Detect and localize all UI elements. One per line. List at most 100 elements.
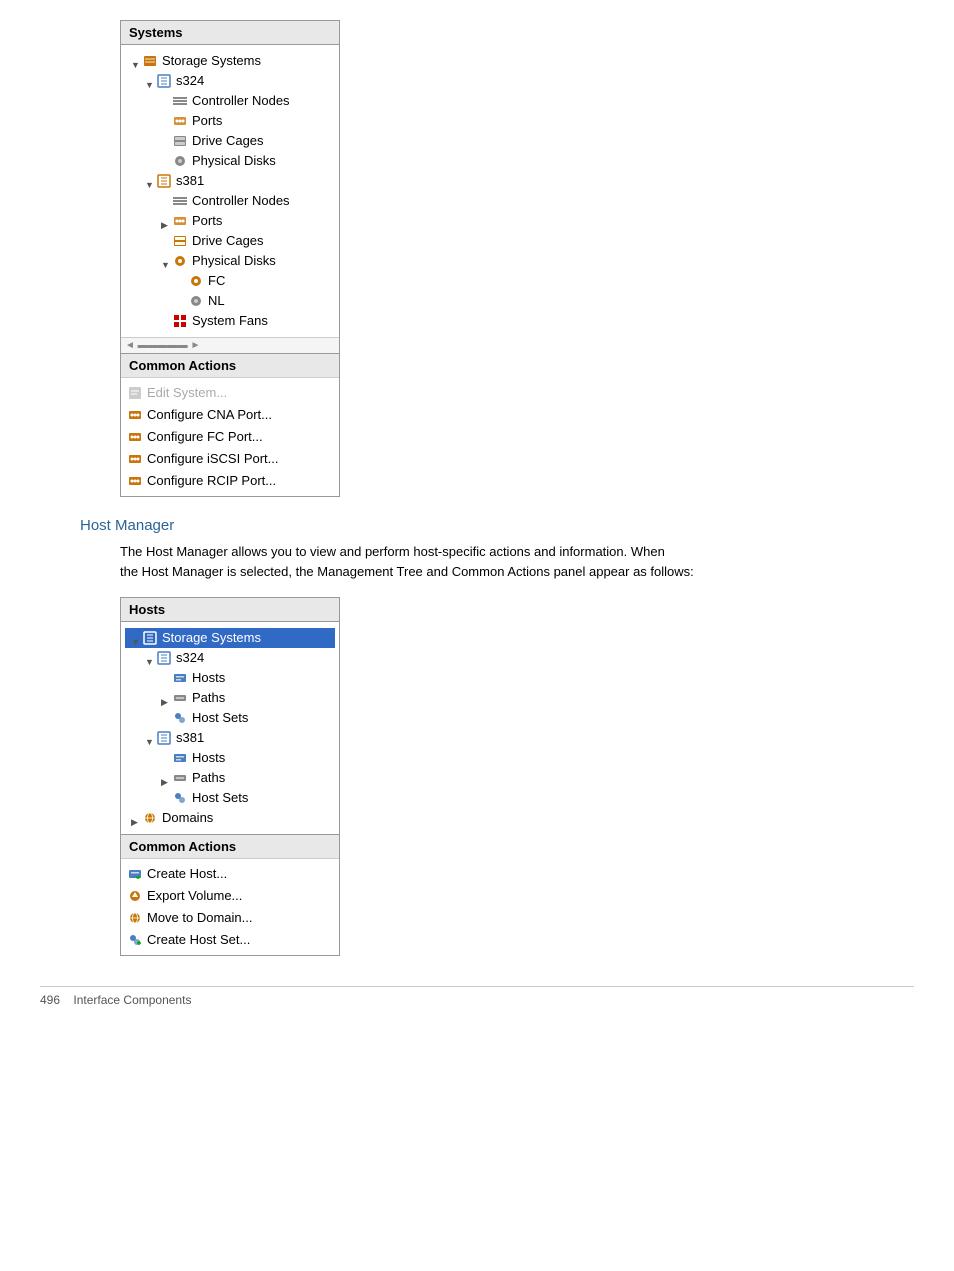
tree-item-hosts-s324-hosts[interactable]: Hosts bbox=[125, 668, 335, 688]
tree-item-s381[interactable]: s381 bbox=[125, 171, 335, 191]
configure-cna-label: Configure CNA Port... bbox=[147, 406, 272, 424]
tree-item-hosts-s324-hostsets[interactable]: Host Sets bbox=[125, 708, 335, 728]
hosts-s381-paths-icon bbox=[173, 770, 189, 786]
s381-label: s381 bbox=[176, 172, 204, 190]
systems-scrollbar[interactable]: ◄ ▬▬▬▬▬ ► bbox=[121, 337, 339, 353]
footer: 496 Interface Components bbox=[40, 986, 914, 1007]
arrow-hosts-s381-paths bbox=[161, 773, 171, 783]
hosts-panel-title: Hosts bbox=[121, 598, 339, 622]
arrow-storage-systems bbox=[131, 56, 141, 66]
create-hostset-icon bbox=[127, 932, 143, 948]
hosts-s324-label: s324 bbox=[176, 649, 204, 667]
systems-panel-wrapper: Systems Storage Systems s324 bbox=[120, 20, 914, 497]
tree-item-hosts-s381-hostsets[interactable]: Host Sets bbox=[125, 788, 335, 808]
hosts-storage-systems-icon bbox=[143, 630, 159, 646]
tree-item-s381-nl[interactable]: NL bbox=[125, 291, 335, 311]
tree-item-storage-systems[interactable]: Storage Systems bbox=[125, 51, 335, 71]
create-host-icon bbox=[127, 866, 143, 882]
hosts-domains-icon bbox=[143, 810, 159, 826]
action-configure-rcip[interactable]: Configure RCIP Port... bbox=[127, 470, 333, 492]
s381-ports-icon bbox=[173, 213, 189, 229]
action-move-domain[interactable]: Move to Domain... bbox=[127, 907, 333, 929]
action-configure-fc[interactable]: Configure FC Port... bbox=[127, 426, 333, 448]
hosts-storage-systems-label: Storage Systems bbox=[162, 629, 261, 647]
hosts-s324-hosts-label: Hosts bbox=[192, 669, 225, 687]
hosts-s324-icon bbox=[157, 650, 173, 666]
tree-item-s381-fc[interactable]: FC bbox=[125, 271, 335, 291]
edit-system-icon bbox=[127, 385, 143, 401]
arrow-hosts-s381 bbox=[145, 733, 155, 743]
tree-item-s381-controller[interactable]: Controller Nodes bbox=[125, 191, 335, 211]
tree-item-hosts-domains[interactable]: Domains bbox=[125, 808, 335, 828]
systems-actions-list: Edit System... Configure CNA Port... Con… bbox=[121, 378, 339, 496]
action-create-hostset[interactable]: Create Host Set... bbox=[127, 929, 333, 951]
s381-fc-label: FC bbox=[208, 272, 225, 290]
configure-cna-icon bbox=[127, 407, 143, 423]
description-line2: the Host Manager is selected, the Manage… bbox=[120, 564, 694, 579]
configure-iscsi-label: Configure iSCSI Port... bbox=[147, 450, 279, 468]
create-host-label: Create Host... bbox=[147, 865, 227, 883]
move-domain-icon bbox=[127, 910, 143, 926]
hosts-domains-label: Domains bbox=[162, 809, 213, 827]
systems-actions-title: Common Actions bbox=[121, 354, 339, 378]
tree-item-s381-ports[interactable]: Ports bbox=[125, 211, 335, 231]
hosts-s381-paths-label: Paths bbox=[192, 769, 225, 787]
configure-rcip-label: Configure RCIP Port... bbox=[147, 472, 276, 490]
hosts-s324-hostsets-icon bbox=[173, 710, 189, 726]
s324-icon bbox=[157, 73, 173, 89]
tree-item-s324-physicaldisks[interactable]: Physical Disks bbox=[125, 151, 335, 171]
arrow-s324 bbox=[145, 76, 155, 86]
tree-item-hosts-storage-systems[interactable]: Storage Systems bbox=[125, 628, 335, 648]
action-configure-iscsi[interactable]: Configure iSCSI Port... bbox=[127, 448, 333, 470]
arrow-s381 bbox=[145, 176, 155, 186]
s324-drivecages-icon bbox=[173, 133, 189, 149]
move-domain-label: Move to Domain... bbox=[147, 909, 253, 927]
arrow-s381-physicaldisks bbox=[161, 256, 171, 266]
hosts-s381-hostsets-label: Host Sets bbox=[192, 789, 248, 807]
s381-ports-label: Ports bbox=[192, 212, 222, 230]
host-manager-description: The Host Manager allows you to view and … bbox=[120, 542, 914, 581]
action-edit-system[interactable]: Edit System... bbox=[127, 382, 333, 404]
arrow-hosts-s324 bbox=[145, 653, 155, 663]
tree-item-s381-physicaldisks[interactable]: Physical Disks bbox=[125, 251, 335, 271]
export-volume-icon bbox=[127, 888, 143, 904]
hosts-actions-title: Common Actions bbox=[121, 835, 339, 859]
hosts-s324-hosts-icon bbox=[173, 670, 189, 686]
tree-item-s324-drivecages[interactable]: Drive Cages bbox=[125, 131, 335, 151]
tree-item-hosts-s381-paths[interactable]: Paths bbox=[125, 768, 335, 788]
host-manager-heading: Host Manager bbox=[80, 517, 914, 534]
s381-fans-icon bbox=[173, 313, 189, 329]
hosts-actions-list: Create Host... Export Volume... Move to … bbox=[121, 859, 339, 955]
s324-controller-label: Controller Nodes bbox=[192, 92, 290, 110]
configure-fc-label: Configure FC Port... bbox=[147, 428, 263, 446]
tree-item-s324-controller[interactable]: Controller Nodes bbox=[125, 91, 335, 111]
s324-drivecages-label: Drive Cages bbox=[192, 132, 264, 150]
action-create-host[interactable]: Create Host... bbox=[127, 863, 333, 885]
action-export-volume[interactable]: Export Volume... bbox=[127, 885, 333, 907]
hosts-s381-icon bbox=[157, 730, 173, 746]
hosts-s381-hosts-label: Hosts bbox=[192, 749, 225, 767]
tree-item-s324-ports[interactable]: Ports bbox=[125, 111, 335, 131]
tree-item-hosts-s381-hosts[interactable]: Hosts bbox=[125, 748, 335, 768]
arrow-hosts-s324-paths bbox=[161, 693, 171, 703]
tree-item-hosts-s381[interactable]: s381 bbox=[125, 728, 335, 748]
tree-item-s381-fans[interactable]: System Fans bbox=[125, 311, 335, 331]
s381-drivecages-label: Drive Cages bbox=[192, 232, 264, 250]
hosts-s324-hostsets-label: Host Sets bbox=[192, 709, 248, 727]
create-hostset-label: Create Host Set... bbox=[147, 931, 250, 949]
tree-item-hosts-s324[interactable]: s324 bbox=[125, 648, 335, 668]
edit-system-label: Edit System... bbox=[147, 384, 227, 402]
tree-item-hosts-s324-paths[interactable]: Paths bbox=[125, 688, 335, 708]
tree-item-s381-drivecages[interactable]: Drive Cages bbox=[125, 231, 335, 251]
tree-item-s324[interactable]: s324 bbox=[125, 71, 335, 91]
s324-physicaldisks-icon bbox=[173, 153, 189, 169]
hosts-s381-label: s381 bbox=[176, 729, 204, 747]
s381-physicaldisks-icon bbox=[173, 253, 189, 269]
arrow-hosts-domains bbox=[131, 813, 141, 823]
configure-rcip-icon bbox=[127, 473, 143, 489]
action-configure-cna[interactable]: Configure CNA Port... bbox=[127, 404, 333, 426]
arrow-s381-ports bbox=[161, 216, 171, 226]
s324-controller-icon bbox=[173, 93, 189, 109]
s324-physicaldisks-label: Physical Disks bbox=[192, 152, 276, 170]
s381-nl-icon bbox=[189, 293, 205, 309]
